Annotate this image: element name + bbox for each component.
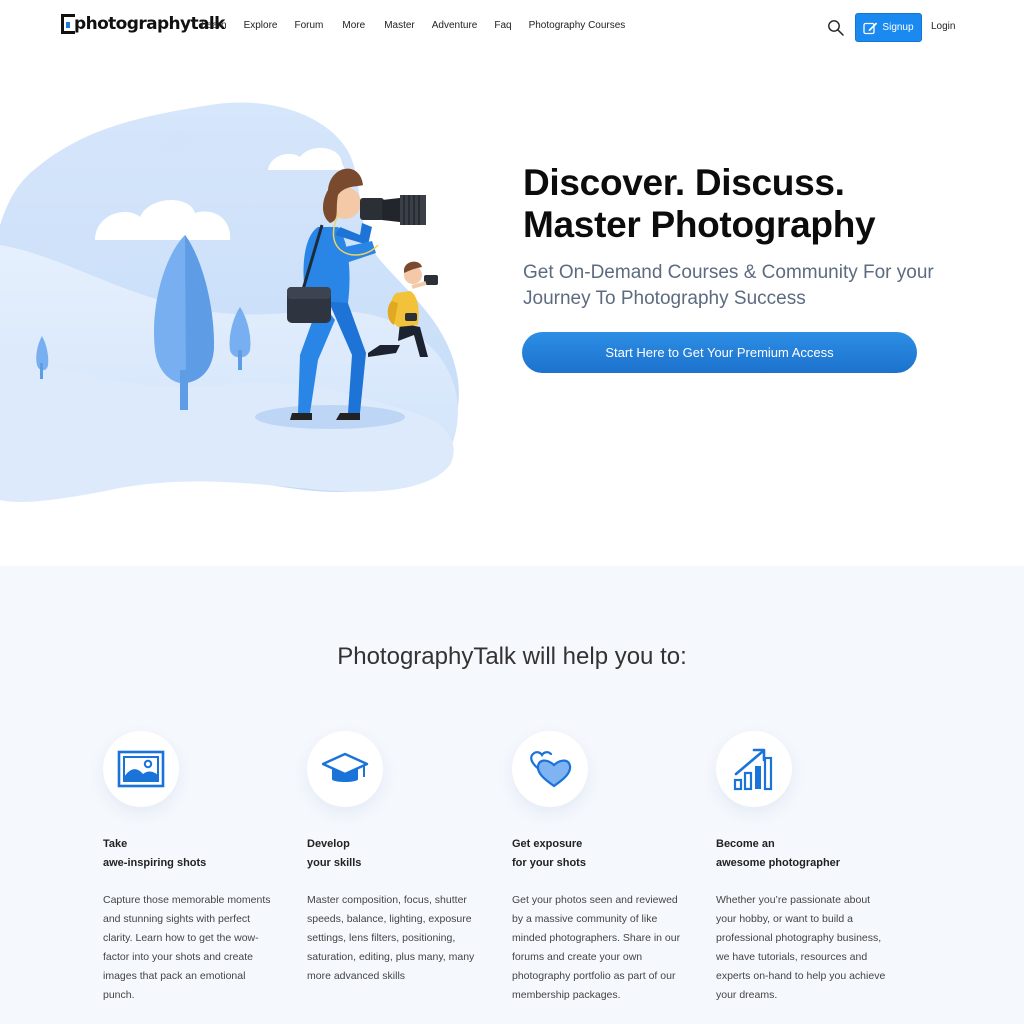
feature-heading-line2: awesome photographer: [716, 857, 841, 869]
feature-heading-line2: for your shots: [512, 857, 586, 869]
feature-heading-line1: Get exposure: [512, 838, 583, 850]
feature-heading-line1: Become an: [716, 838, 775, 850]
feature-icon-wrapper: [512, 731, 588, 807]
feature-heading: Develop your skills: [307, 835, 477, 873]
nav-learn[interactable]: Learn: [201, 20, 227, 31]
feature-heading: Get exposure for your shots: [512, 835, 682, 873]
features-title: PhotographyTalk will help you to:: [337, 643, 687, 670]
signup-label: Signup: [882, 22, 914, 33]
feature-card-become: Become an awesome photographer Whether y…: [716, 731, 886, 1005]
feature-heading-line1: Develop: [307, 838, 350, 850]
edit-icon: [863, 22, 878, 34]
premium-access-label: Start Here to Get Your Premium Access: [605, 345, 834, 360]
graduation-cap-icon: [321, 752, 369, 782]
nav-explore[interactable]: Explore: [244, 20, 278, 31]
feature-icon-wrapper: [103, 731, 179, 807]
feature-heading-line1: Take: [103, 838, 128, 850]
feature-icon-wrapper: [307, 731, 383, 807]
nav-photography-courses[interactable]: Photography Courses: [529, 20, 626, 31]
hero-title-line1: Discover. Discuss.: [523, 162, 845, 203]
nav-adventure[interactable]: Adventure: [432, 20, 478, 31]
feature-description: Capture those memorable moments and stun…: [103, 894, 271, 1001]
feature-card-shots: Take awe-inspiring shots Capture those m…: [103, 731, 273, 1005]
feature-description: Whether you’re passionate about your hob…: [716, 894, 886, 1001]
feature-icon-wrapper: [716, 731, 792, 807]
hero-title-line2: Master Photography: [523, 204, 876, 245]
search-button[interactable]: [827, 19, 845, 37]
image-icon: [117, 750, 165, 788]
main-nav: Learn Explore Forum More Master Adventur…: [201, 20, 642, 31]
feature-heading: Become an awesome photographer: [716, 835, 886, 873]
feature-description: Get your photos seen and reviewed by a m…: [512, 894, 681, 1001]
premium-access-button[interactable]: Start Here to Get Your Premium Access: [522, 332, 917, 373]
feature-description: Master composition, focus, shutter speed…: [307, 894, 475, 982]
feature-card-exposure: Get exposure for your shots Get your pho…: [512, 731, 682, 1005]
nav-more[interactable]: More: [342, 20, 365, 31]
feature-heading: Take awe-inspiring shots: [103, 835, 273, 873]
signup-button[interactable]: Signup: [855, 13, 922, 42]
feature-card-skills: Develop your skills Master composition, …: [307, 731, 477, 986]
feature-heading-line2: your skills: [307, 857, 362, 869]
site-header: photographytalk Learn Explore Forum More…: [0, 0, 1024, 54]
hearts-icon: [530, 751, 572, 788]
nav-faq[interactable]: Faq: [494, 20, 511, 31]
hero-illustration: [0, 102, 459, 502]
search-icon: [828, 20, 844, 36]
features-section: PhotographyTalk will help you to: Take a…: [0, 566, 1024, 1024]
hero-title: Discover. Discuss. Master Photography: [523, 162, 876, 246]
nav-master[interactable]: Master: [384, 20, 415, 31]
login-link[interactable]: Login: [931, 21, 955, 32]
hero-subtitle: Get On-Demand Courses & Community For yo…: [523, 262, 934, 309]
nav-forum[interactable]: Forum: [294, 20, 323, 31]
growth-chart-icon: [733, 748, 773, 791]
logo-mark-icon: [61, 14, 75, 34]
feature-heading-line2: awe-inspiring shots: [103, 857, 207, 869]
